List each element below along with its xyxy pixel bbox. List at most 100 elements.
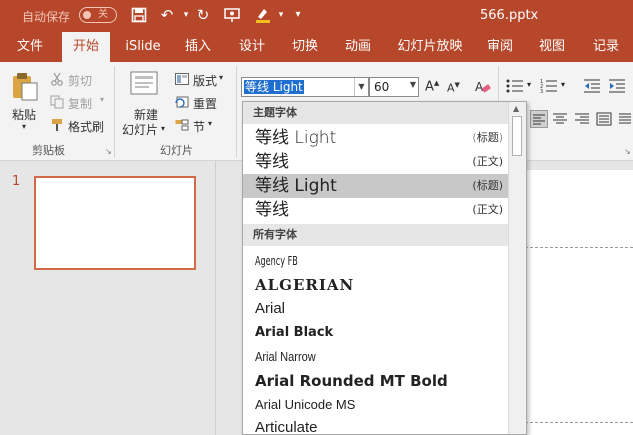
tab-home[interactable]: 开始 — [62, 32, 110, 62]
font-option-tag: (正文) — [472, 203, 503, 216]
scissors-icon — [50, 72, 64, 89]
font-option-name: Articulate — [255, 419, 318, 435]
numbering-icon[interactable]: 123 — [540, 79, 558, 96]
decrease-indent-icon[interactable] — [584, 79, 600, 96]
font-option-name: Arial Rounded MT Bold — [255, 372, 448, 390]
scroll-up-icon[interactable]: ▲ — [513, 104, 519, 113]
cut-button[interactable]: 剪切 — [68, 72, 92, 89]
dropdown-scrollbar[interactable]: ▲ — [508, 102, 526, 434]
font-option[interactable]: Arial Unicode MS — [243, 393, 509, 417]
paste-icon[interactable] — [11, 72, 39, 105]
font-dropdown-list[interactable]: 主题字体 等线 Light (标题) 等线 (正文) 等线 Light (标题)… — [242, 101, 527, 435]
section-icon — [175, 119, 189, 134]
reset-icon — [175, 96, 189, 111]
layout-dropdown-icon[interactable]: ▾ — [219, 73, 223, 82]
font-option[interactable]: Arial Narrow — [243, 345, 509, 369]
font-option-name: 等线 Light — [255, 128, 337, 148]
font-option-theme-body[interactable]: 等线 (正文) — [243, 198, 509, 222]
tab-islide[interactable]: iSlide — [120, 32, 166, 62]
slideshow-icon[interactable] — [222, 5, 242, 25]
scrollbar-thumb[interactable] — [512, 116, 522, 156]
font-option-theme-heading[interactable]: 等线 Light (标题) — [243, 126, 509, 150]
font-size-value[interactable]: 60 — [374, 80, 389, 94]
align-right-icon[interactable] — [574, 111, 590, 130]
svg-text:3: 3 — [540, 89, 543, 93]
font-option-name: Arial Black — [255, 325, 334, 340]
format-painter-button[interactable]: 格式刷 — [68, 118, 104, 135]
group-separator — [236, 66, 237, 158]
highlighter-icon[interactable] — [253, 5, 273, 25]
font-option[interactable]: Arial — [243, 297, 509, 321]
font-option-tag: (标题) — [472, 179, 503, 192]
tab-slideshow[interactable]: 幻灯片放映 — [395, 32, 465, 62]
tab-review[interactable]: 审阅 — [478, 32, 522, 62]
layout-icon — [175, 73, 189, 88]
font-option-name: Arial Narrow — [255, 349, 316, 364]
tab-file[interactable]: 文件 — [8, 32, 52, 62]
dialog-launcher-icon[interactable]: ↘ — [624, 147, 631, 156]
font-option-name: 等线 — [255, 152, 289, 172]
section-dropdown-icon[interactable]: ▾ — [208, 119, 212, 128]
font-option-theme-heading-highlighted[interactable]: 等线 Light (标题) — [243, 174, 509, 198]
font-option[interactable]: Articulate — [243, 416, 509, 435]
font-option[interactable]: Arial Rounded MT Bold — [243, 369, 509, 393]
align-left-button[interactable] — [530, 110, 548, 128]
increase-indent-icon[interactable] — [609, 79, 625, 96]
chevron-down-icon[interactable]: ▼ — [354, 78, 368, 96]
font-option-name: ALGERIAN — [255, 276, 355, 294]
customize-qat-icon[interactable]: ▾ — [288, 5, 308, 25]
save-icon[interactable] — [129, 5, 149, 25]
new-slide-dropdown-icon[interactable]: ▾ — [161, 124, 165, 133]
font-name-value[interactable]: 等线 Light — [244, 80, 304, 94]
tab-design[interactable]: 设计 — [230, 32, 274, 62]
tab-animations[interactable]: 动画 — [336, 32, 380, 62]
section-button[interactable]: 节 — [193, 118, 205, 135]
bullets-icon[interactable] — [506, 79, 524, 96]
slide-number: 1 — [12, 174, 21, 189]
font-name-combobox[interactable]: 等线 Light ▼ — [241, 77, 369, 97]
font-option[interactable]: Agency FB — [243, 249, 509, 273]
layout-button[interactable]: 版式 — [193, 72, 217, 89]
autosave-toggle[interactable]: 关 — [79, 7, 117, 23]
tab-view[interactable]: 视图 — [530, 32, 574, 62]
font-option[interactable]: ALGERIAN — [243, 273, 509, 297]
dialog-launcher-icon[interactable]: ↘ — [105, 147, 112, 156]
undo-icon[interactable]: ↶ — [157, 5, 177, 25]
decrease-font-size-icon[interactable]: A▼ — [447, 81, 460, 95]
paste-button[interactable]: 粘贴 — [12, 106, 36, 123]
align-center-icon[interactable] — [552, 111, 568, 130]
numbering-dropdown-icon[interactable]: ▾ — [561, 80, 565, 89]
font-option-tag: (正文) — [472, 155, 503, 168]
toggle-knob — [83, 11, 91, 19]
clear-formatting-icon[interactable]: A — [474, 78, 492, 99]
font-option-name: 等线 — [255, 200, 289, 220]
group-separator — [114, 66, 115, 158]
font-option-name: Arial Unicode MS — [255, 397, 356, 412]
tab-transitions[interactable]: 切换 — [283, 32, 327, 62]
slide-thumbnail[interactable] — [34, 176, 196, 270]
font-option[interactable]: Arial Black — [243, 321, 509, 345]
copy-icon — [50, 95, 64, 112]
redo-icon[interactable]: ↻ — [193, 5, 213, 25]
justify-icon[interactable] — [596, 111, 612, 130]
font-option-theme-body[interactable]: 等线 (正文) — [243, 150, 509, 174]
tab-insert[interactable]: 插入 — [176, 32, 220, 62]
distributed-icon[interactable] — [618, 111, 632, 130]
slide-canvas[interactable] — [520, 170, 633, 435]
file-name: 566.pptx — [480, 8, 539, 23]
increase-font-size-icon[interactable]: A▲ — [425, 79, 439, 94]
font-size-combobox[interactable]: 60 ▼ — [369, 77, 419, 97]
copy-dropdown-icon[interactable]: ▾ — [100, 95, 104, 104]
slides-group-label: 幻灯片 — [160, 144, 193, 157]
paste-dropdown-icon[interactable]: ▾ — [22, 122, 26, 131]
copy-button[interactable]: 复制 — [68, 95, 92, 112]
bullets-dropdown-icon[interactable]: ▾ — [527, 80, 531, 89]
format-painter-icon — [50, 118, 64, 135]
reset-button[interactable]: 重置 — [193, 95, 217, 112]
all-fonts-header: 所有字体 — [243, 224, 509, 246]
new-slide-icon[interactable] — [130, 70, 160, 103]
chevron-down-icon[interactable]: ▼ — [410, 80, 416, 89]
new-slide-label-2[interactable]: 幻灯片 — [122, 121, 158, 138]
font-option-name: Agency FB — [255, 254, 298, 268]
tab-record[interactable]: 记录 — [584, 32, 628, 62]
